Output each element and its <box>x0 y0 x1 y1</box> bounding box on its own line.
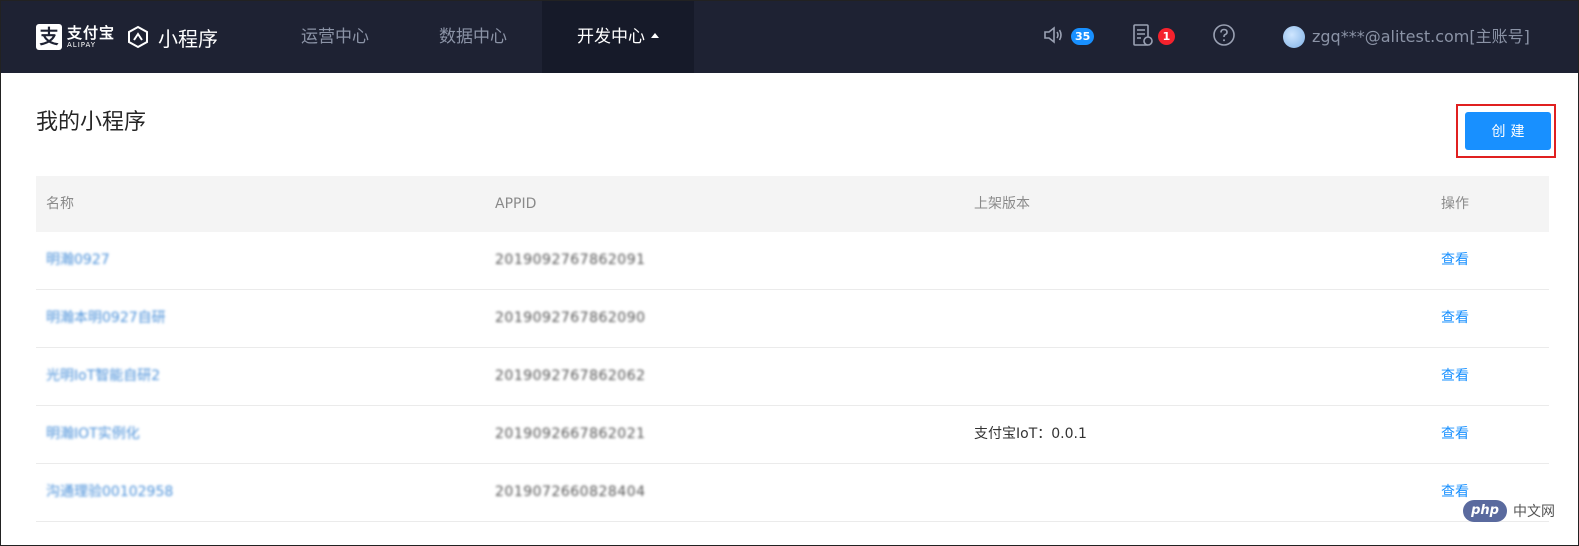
task-list-icon <box>1133 24 1153 46</box>
mini-program-table: 名称 APPID 上架版本 操作 明瀚0927 2019092767862091… <box>36 176 1549 522</box>
avatar[interactable] <box>1283 26 1305 48</box>
app-window: 支付宝 ALIPAY 小程序 运营中心 数据中心 开发中心 35 <box>0 0 1579 546</box>
appid-value: 2019092767862091 <box>495 252 646 268</box>
nav-item-development[interactable]: 开发中心 <box>542 1 694 73</box>
account-name[interactable]: zgq***@alitest.com[主账号] <box>1312 1 1530 73</box>
notice-button[interactable]: 35 <box>1041 23 1101 51</box>
app-name-link[interactable]: 光明IoT智能自研2 <box>46 348 160 405</box>
alipay-logo[interactable]: 支付宝 ALIPAY <box>36 23 115 51</box>
app-name-link[interactable]: 明瀚本明0927自研 <box>46 290 166 347</box>
appid-value: 2019092767862062 <box>495 368 646 384</box>
mini-program-title: 小程序 <box>158 26 218 51</box>
view-link[interactable]: 查看 <box>1441 348 1469 405</box>
nav-label: 开发中心 <box>577 27 645 47</box>
alipay-logo-text: 支付宝 <box>67 23 116 42</box>
column-header-name: 名称 <box>46 196 74 212</box>
appid-value: 2019092767862090 <box>495 310 646 326</box>
php-watermark: php 中文网 <box>1463 499 1555 523</box>
column-header-version: 上架版本 <box>974 196 1030 212</box>
version-value: 支付宝IoT：0.0.1 <box>974 426 1087 442</box>
speaker-icon <box>1044 26 1062 44</box>
view-link[interactable]: 查看 <box>1441 232 1469 289</box>
page-title: 我的小程序 <box>36 110 147 135</box>
notice-count-badge: 35 <box>1071 28 1095 45</box>
appid-value: 2019072660828404 <box>495 484 646 500</box>
appid-value: 2019092667862021 <box>495 426 646 442</box>
view-link[interactable]: 查看 <box>1441 290 1469 347</box>
app-name-link[interactable]: 明瀚0927 <box>46 232 110 289</box>
app-name-link[interactable]: 明瀚IOT实例化 <box>46 406 140 463</box>
alipay-logo-subtext: ALIPAY <box>67 40 97 49</box>
nav-item-operations[interactable]: 运营中心 <box>266 1 404 73</box>
top-navigation-bar: 支付宝 ALIPAY 小程序 运营中心 数据中心 开发中心 35 <box>1 1 1578 73</box>
mini-program-icon <box>128 25 148 49</box>
nav-label: 运营中心 <box>301 27 369 47</box>
alipay-logo-icon <box>36 24 62 50</box>
view-link[interactable]: 查看 <box>1441 406 1469 463</box>
help-icon <box>1213 24 1235 46</box>
php-logo: php <box>1463 500 1507 522</box>
create-button[interactable]: 创建 <box>1465 112 1551 150</box>
task-button[interactable]: 1 <box>1131 23 1181 51</box>
help-button[interactable] <box>1212 23 1238 51</box>
mini-program-logo[interactable]: 小程序 <box>126 23 218 51</box>
table-row: 明瀚IOT实例化 2019092667862021 支付宝IoT：0.0.1 查… <box>36 406 1549 464</box>
app-name-link[interactable]: 沟通理验00102958 <box>46 464 173 521</box>
nav-label: 数据中心 <box>439 27 507 47</box>
create-button-highlight: 创建 <box>1456 104 1556 158</box>
table-row: 明瀚0927 2019092767862091 查看 <box>36 232 1549 290</box>
nav-item-data[interactable]: 数据中心 <box>404 1 542 73</box>
caret-up-icon <box>651 32 659 38</box>
column-header-appid: APPID <box>495 196 537 212</box>
table-header: 名称 APPID 上架版本 操作 <box>36 176 1549 232</box>
task-count-badge: 1 <box>1158 28 1175 45</box>
table-row: 光明IoT智能自研2 2019092767862062 查看 <box>36 348 1549 406</box>
table-row: 沟通理验00102958 2019072660828404 查看 <box>36 464 1549 522</box>
main-nav: 运营中心 数据中心 开发中心 <box>266 1 694 73</box>
watermark-text: 中文网 <box>1513 504 1555 520</box>
table-row: 明瀚本明0927自研 2019092767862090 查看 <box>36 290 1549 348</box>
column-header-action: 操作 <box>1441 196 1469 212</box>
